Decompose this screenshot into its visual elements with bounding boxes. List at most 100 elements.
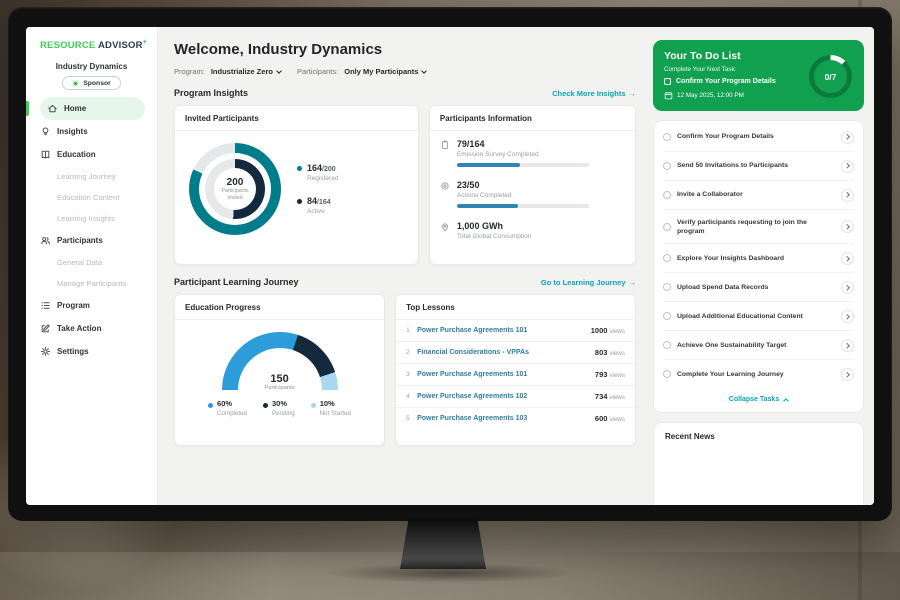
sidebar-item-insights[interactable]: Insights — [40, 120, 145, 143]
todo-next-task[interactable]: Confirm Your Program Details — [664, 78, 806, 85]
participants-information-card: Participants Information 79/164 Emission… — [429, 105, 636, 265]
sidebar-sub-label: Education Content — [57, 193, 119, 202]
card-title: Top Lessons — [396, 295, 635, 320]
task-label: Send 50 Invitations to Participants — [677, 161, 835, 170]
stat-actions-completed: 23/50 Actions Completed — [430, 172, 635, 213]
task-checkbox[interactable] — [663, 341, 671, 349]
lesson-rank: 3 — [406, 371, 417, 378]
task-row[interactable]: Verify participants requesting to join t… — [663, 210, 854, 244]
lesson-title[interactable]: Power Purchase Agreements 102 — [417, 393, 595, 400]
collapse-tasks-link[interactable]: Collapse Tasks — [663, 388, 854, 410]
sidebar-item-education-content[interactable]: Education Content — [40, 187, 157, 208]
program-insights-header: Program Insights Check More Insights → — [174, 88, 636, 98]
legend-item-active: 84/164 Active — [297, 196, 338, 215]
task-label: Achieve One Sustainability Target — [677, 341, 835, 350]
task-chevron-button[interactable] — [841, 160, 854, 173]
participants-select[interactable]: Only My Participants — [344, 67, 426, 76]
lesson-row[interactable]: 1 Power Purchase Agreements 101 1000 vie… — [396, 320, 635, 342]
sidebar-item-program[interactable]: Program — [40, 294, 145, 317]
task-chevron-button[interactable] — [841, 368, 854, 381]
stat-label: Actions Completed — [457, 192, 589, 199]
program-select[interactable]: Industrialize Zero — [211, 67, 281, 76]
sidebar-item-take-action[interactable]: Take Action — [40, 317, 145, 340]
legend-label: Not Started — [320, 410, 351, 417]
task-checkbox[interactable] — [663, 312, 671, 320]
sidebar-nav: Home Insights Education Learning Journey — [40, 97, 157, 363]
task-row[interactable]: Explore Your Insights Dashboard — [663, 244, 854, 273]
sidebar-item-settings[interactable]: Settings — [40, 340, 145, 363]
task-chevron-button[interactable] — [841, 131, 854, 144]
sidebar-item-learning-insights[interactable]: Learning Insights — [40, 208, 157, 229]
task-row[interactable]: Confirm Your Program Details — [663, 123, 854, 152]
task-chevron-button[interactable] — [841, 310, 854, 323]
task-chevron-button[interactable] — [841, 281, 854, 294]
arrow-right-icon: → — [629, 278, 637, 287]
checkbox-icon[interactable] — [664, 78, 671, 85]
lesson-title[interactable]: Financial Considerations - VPPAs — [417, 349, 595, 356]
task-row[interactable]: Achieve One Sustainability Target — [663, 331, 854, 360]
lesson-title[interactable]: Power Purchase Agreements 103 — [417, 415, 595, 422]
lesson-row[interactable]: 5 Power Purchase Agreements 103 600 view… — [396, 408, 635, 429]
lesson-title[interactable]: Power Purchase Agreements 101 — [417, 327, 591, 334]
progress-bar — [457, 204, 589, 208]
book-icon — [40, 149, 51, 160]
stat-value: 23/50 — [457, 180, 589, 190]
gear-icon — [40, 346, 51, 357]
task-chevron-button[interactable] — [841, 220, 854, 233]
sidebar-sub-label: Learning Journey — [57, 172, 116, 181]
task-checkbox[interactable] — [663, 191, 671, 199]
lesson-rank: 5 — [406, 415, 417, 422]
sidebar-item-label: Insights — [57, 127, 88, 136]
sidebar-item-participants[interactable]: Participants — [40, 229, 145, 252]
sponsor-badge[interactable]: Sponsor — [62, 76, 121, 90]
legend-item-completed: 60% Completed — [208, 399, 247, 417]
check-more-insights-link[interactable]: Check More Insights → — [552, 89, 636, 98]
org-name: Industry Dynamics — [40, 62, 143, 71]
task-checkbox[interactable] — [663, 283, 671, 291]
users-icon — [40, 235, 51, 246]
learning-cards-row: Education Progress 150 Participants 60 — [174, 294, 636, 446]
legend-dot — [208, 403, 213, 408]
sidebar-item-home[interactable]: Home — [40, 97, 145, 120]
chevron-right-icon — [845, 256, 850, 261]
task-checkbox[interactable] — [663, 370, 671, 378]
progress-fill — [457, 163, 520, 167]
stat-label: Total Global Consumption — [457, 233, 531, 240]
task-chevron-button[interactable] — [841, 339, 854, 352]
sidebar-item-manage-participants[interactable]: Manage Participants — [40, 273, 157, 294]
sidebar-item-label: Home — [64, 104, 86, 113]
lesson-row[interactable]: 3 Power Purchase Agreements 101 793 view… — [396, 364, 635, 386]
sidebar-item-learning-journey[interactable]: Learning Journey — [40, 166, 157, 187]
stat-total-consumption: 1,000 GWh Total Global Consumption — [430, 213, 635, 245]
task-row[interactable]: Complete Your Learning Journey — [663, 360, 854, 388]
sponsor-row: Sponsor — [40, 76, 143, 90]
task-checkbox[interactable] — [663, 254, 671, 262]
task-checkbox[interactable] — [663, 133, 671, 141]
arrow-right-icon: → — [629, 89, 637, 98]
task-checkbox[interactable] — [663, 223, 671, 231]
legend-total: /164 — [317, 199, 331, 206]
task-checkbox[interactable] — [663, 162, 671, 170]
task-row[interactable]: Invite a Collaborator — [663, 181, 854, 210]
card-title: Education Progress — [175, 295, 384, 320]
legend-value: 30% — [272, 399, 287, 408]
sidebar-item-general-data[interactable]: General Data — [40, 252, 157, 273]
task-chevron-button[interactable] — [841, 189, 854, 202]
participants-label: Participants: — [297, 67, 338, 76]
desk-scene: RESOURCE ADVISOR+ Industry Dynamics Spon… — [0, 0, 900, 600]
lesson-title[interactable]: Power Purchase Agreements 101 — [417, 371, 595, 378]
learning-journey-header: Participant Learning Journey Go to Learn… — [174, 277, 636, 287]
task-row[interactable]: Upload Additional Educational Content — [663, 302, 854, 331]
go-to-learning-journey-link[interactable]: Go to Learning Journey → — [541, 278, 636, 287]
sidebar-sub-label: Manage Participants — [57, 279, 126, 288]
monitor-stand — [400, 519, 486, 569]
task-chevron-button[interactable] — [841, 252, 854, 265]
lesson-views: 600 views — [595, 414, 625, 423]
lesson-row[interactable]: 4 Power Purchase Agreements 102 734 view… — [396, 386, 635, 408]
sidebar-item-education[interactable]: Education — [40, 143, 145, 166]
lesson-row[interactable]: 2 Financial Considerations - VPPAs 803 v… — [396, 342, 635, 364]
dashboard-screen: RESOURCE ADVISOR+ Industry Dynamics Spon… — [26, 27, 874, 505]
task-row[interactable]: Send 50 Invitations to Participants — [663, 152, 854, 181]
todo-progress-ring: 0/7 — [809, 55, 852, 98]
task-row[interactable]: Upload Spend Data Records — [663, 273, 854, 302]
